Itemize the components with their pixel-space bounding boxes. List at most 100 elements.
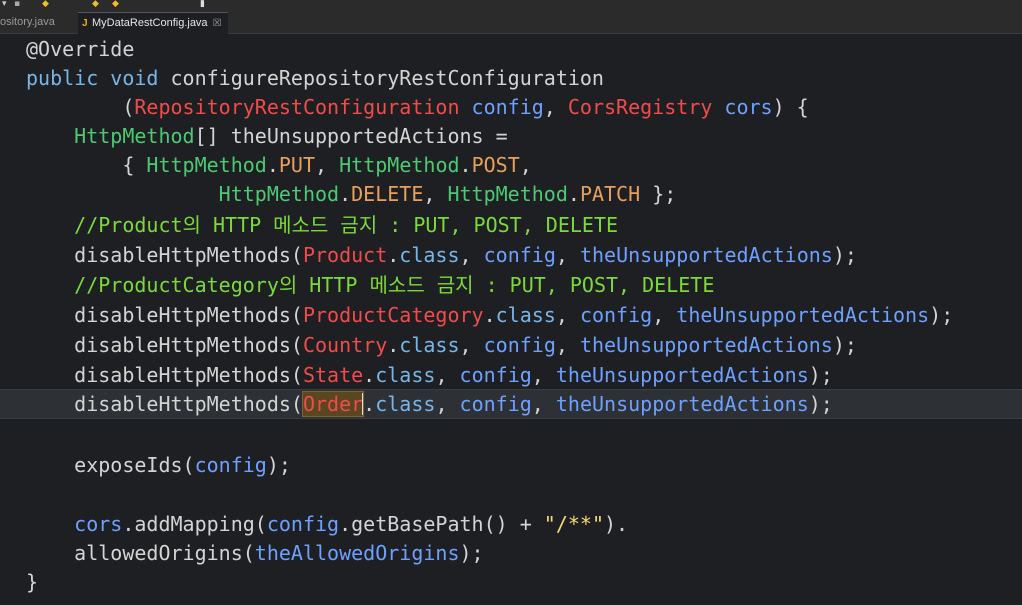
code-line[interactable]: } [26,567,1022,597]
argument: config [459,392,532,416]
keyword: class [375,392,436,416]
code-line[interactable]: @Override [26,34,1022,64]
method-call: exposeIds( [74,453,195,477]
method-call: disableHttpMethods( [74,392,303,416]
enum-constant: PATCH [579,182,641,206]
annotation: @Override [26,37,135,61]
punct: ); [832,243,857,267]
code-line[interactable]: cors.addMapping(config.getBasePath() + "… [26,509,1022,539]
punct: [] [194,124,231,148]
keyword: class [399,243,460,267]
punct: = [483,124,508,148]
method-call: disableHttpMethods( [74,363,303,387]
prev-annotation-icon[interactable]: ◆ [112,0,119,9]
code-line[interactable]: public void configureRepositoryRestConfi… [26,63,1022,93]
comment: //Product의 HTTP 메소드 금지 : PUT, POST, DELE… [74,213,619,237]
variable-ref: cors [74,512,123,536]
code-line[interactable]: allowedOrigins(theAllowedOrigins); [26,538,1022,568]
toolbar: ▾ ▪ ◆ ◆ ◆ ▮ [0,0,1022,12]
punct: , [555,333,580,357]
tab-mydatarestconfig-java[interactable]: J MyDataRestConfig.java ☒ [78,12,228,34]
punct: , [555,303,580,327]
method-call: .addMapping( [122,512,267,536]
punct: . [387,333,400,357]
text-caret [362,393,365,415]
argument: config [459,363,532,387]
argument: theUnsupportedActions [579,333,833,357]
type-name: HttpMethod [339,153,460,177]
code-line[interactable]: exposeIds(config); [26,450,1022,480]
punct: ) { [772,95,809,119]
code-line[interactable]: disableHttpMethods(ProductCategory.class… [26,300,1022,330]
punct: , [519,153,532,177]
code-line[interactable]: disableHttpMethods(Product.class, config… [26,240,1022,270]
punct: ); [266,453,291,477]
annotation-nav-icon[interactable]: ◆ [42,0,49,9]
tab-label: ository.java [0,16,55,28]
keyword: class [495,303,556,327]
code-line[interactable]: HttpMethod.DELETE, HttpMethod.PATCH }; [26,179,1022,209]
code-line[interactable]: HttpMethod[] theUnsupportedActions = [26,121,1022,151]
toolbar-icon[interactable]: ▪ [14,0,20,9]
argument: theUnsupportedActions [555,392,809,416]
method-call: disableHttpMethods( [74,333,303,357]
variable-name: theUnsupportedActions [230,124,484,148]
argument: theUnsupportedActions [676,303,930,327]
argument: theUnsupportedActions [555,363,809,387]
class-ref-highlighted: Order [301,391,365,417]
paren: ( [122,95,135,119]
punct: ). [604,512,629,536]
java-file-icon: J [82,18,88,29]
toolbar-icon[interactable]: ▮ [200,0,205,9]
argument: theAllowedOrigins [254,541,460,565]
code-line[interactable]: (RepositoryRestConfiguration config, Cor… [26,92,1022,122]
punct: ); [808,363,833,387]
punct: , [531,392,556,416]
type-name: HttpMethod [74,124,195,148]
punct: . [339,182,352,206]
punct: , [652,303,677,327]
punct: . [363,363,376,387]
code-line[interactable]: //Product의 HTTP 메소드 금지 : PUT, POST, DELE… [26,210,1022,240]
enum-constant: POST [471,153,520,177]
code-line[interactable]: disableHttpMethods(Country.class, config… [26,330,1022,360]
keyword: class [399,333,460,357]
class-ref: Country [302,333,388,357]
punct: , [435,392,460,416]
method-call: disableHttpMethods( [74,243,303,267]
param-name: config [459,95,544,119]
enum-constant: PUT [278,153,316,177]
comment: //ProductCategory의 HTTP 메소드 금지 : PUT, PO… [74,273,715,297]
argument: config [483,243,556,267]
argument: config [266,512,340,536]
punct: . [266,153,279,177]
tab-repository-java[interactable]: ository.java [0,12,72,33]
param-type: CorsRegistry [567,95,713,119]
punct: ); [929,303,954,327]
code-editor[interactable]: @Override public void configureRepositor… [0,34,1022,605]
punct: ); [459,541,484,565]
argument: config [194,453,267,477]
argument: theUnsupportedActions [579,243,833,267]
punct: . [387,243,400,267]
toolbar-icon[interactable]: ▾ [2,0,7,9]
punct: , [423,182,448,206]
argument: config [579,303,653,327]
method-call: allowedOrigins( [74,541,255,565]
tab-label: MyDataRestConfig.java [92,17,208,29]
close-icon[interactable]: ☒ [213,18,222,29]
code-line[interactable]: { HttpMethod.PUT, HttpMethod.POST, [26,150,1022,180]
punct: , [555,243,580,267]
code-line[interactable]: disableHttpMethods(State.class, config, … [26,360,1022,390]
punct: . [363,392,376,416]
punct: } [26,570,39,594]
punct: . [483,303,496,327]
enum-constant: DELETE [351,182,424,206]
keyword: class [375,363,436,387]
punct: }; [640,182,677,206]
class-ref: Product [302,243,388,267]
punct: ); [832,333,857,357]
next-annotation-icon[interactable]: ◆ [92,0,99,9]
code-line[interactable]: //ProductCategory의 HTTP 메소드 금지 : PUT, PO… [26,270,1022,300]
current-code-line[interactable]: disableHttpMethods(Order.class, config, … [0,389,1022,419]
